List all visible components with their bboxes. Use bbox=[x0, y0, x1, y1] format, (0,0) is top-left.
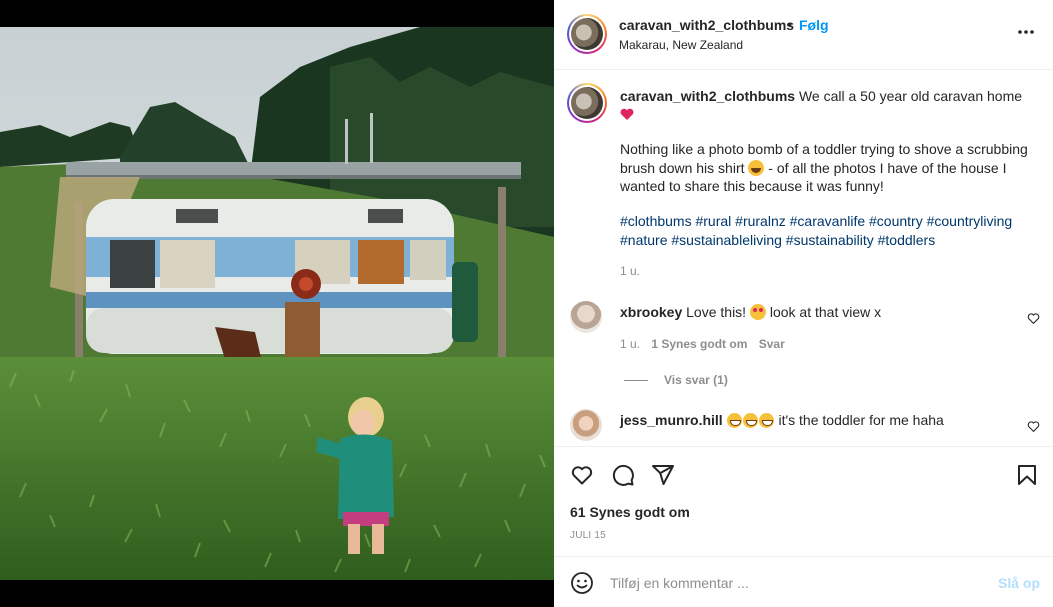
comment-like-icon[interactable] bbox=[1027, 420, 1040, 433]
caption-username[interactable]: caravan_with2_clothbums bbox=[620, 88, 795, 104]
caravan-photo-illustration bbox=[0, 27, 554, 580]
caption-first-line: caravan_with2_clothbums We call a 50 yea… bbox=[620, 87, 1030, 123]
post-date[interactable]: JULI 15 bbox=[570, 530, 606, 541]
comment-body: it's the toddler for me haha bbox=[778, 412, 944, 428]
heart-icon[interactable] bbox=[570, 463, 594, 487]
likes-count[interactable]: 61 Synes godt om bbox=[570, 504, 690, 520]
post-header: caravan_with2_clothbums • Følg Makarau, … bbox=[554, 0, 1053, 70]
comments-list: caravan_with2_clothbums We call a 50 yea… bbox=[554, 71, 1053, 446]
follow-button[interactable]: Følg bbox=[799, 17, 829, 33]
author-avatar[interactable] bbox=[567, 14, 607, 54]
comment-meta: 1 u. 1 Synes godt om Svar bbox=[620, 337, 793, 351]
post-actions: 61 Synes godt om JULI 15 bbox=[554, 446, 1053, 556]
view-replies-label: Vis svar (1) bbox=[664, 373, 728, 387]
comment-like-icon[interactable] bbox=[1027, 312, 1040, 325]
comment-text-a: Love this! bbox=[686, 304, 747, 320]
author-username[interactable]: caravan_with2_clothbums bbox=[619, 17, 794, 33]
caption-author-avatar[interactable] bbox=[567, 83, 607, 123]
comment-text: jess_munro.hill it's the toddler for me … bbox=[620, 412, 944, 428]
grinning-emoji-icon bbox=[726, 413, 742, 428]
bookmark-icon[interactable] bbox=[1015, 463, 1039, 487]
heart-emoji-icon bbox=[620, 108, 634, 120]
grinning-emoji-icon bbox=[742, 413, 758, 428]
replies-divider-line bbox=[624, 380, 648, 382]
star-eyes-emoji-icon bbox=[749, 304, 766, 320]
caption-hashtags[interactable]: #clothbums #rural #ruralnz #caravanlife … bbox=[620, 212, 1040, 249]
comment-time[interactable]: 1 u. bbox=[620, 337, 640, 351]
reply-button[interactable]: Svar bbox=[759, 337, 785, 351]
add-comment-bar: Slå op bbox=[554, 556, 1053, 607]
post-photo[interactable] bbox=[0, 27, 554, 580]
grinning-emoji-icon bbox=[758, 413, 774, 428]
commenter-avatar[interactable] bbox=[570, 301, 602, 333]
comment-likes[interactable]: 1 Synes godt om bbox=[651, 337, 747, 351]
post-details-panel: caravan_with2_clothbums • Følg Makarau, … bbox=[554, 0, 1053, 607]
comment-input[interactable] bbox=[610, 571, 990, 595]
caption-paragraph: Nothing like a photo bomb of a toddler t… bbox=[620, 140, 1030, 196]
separator-dot: • bbox=[787, 16, 792, 32]
comment-icon[interactable] bbox=[611, 463, 635, 487]
caption-timestamp[interactable]: 1 u. bbox=[620, 264, 640, 278]
post-comment-button[interactable]: Slå op bbox=[998, 575, 1040, 591]
caption-line1: We call a 50 year old caravan home bbox=[798, 88, 1023, 104]
more-horizontal-icon[interactable] bbox=[1016, 22, 1036, 42]
comment-text-b: look at that view x bbox=[769, 304, 882, 320]
laughing-emoji-icon bbox=[748, 159, 765, 176]
view-replies-button[interactable]: Vis svar (1) bbox=[624, 373, 728, 387]
emoji-picker-icon[interactable] bbox=[570, 571, 594, 595]
commenter-username[interactable]: jess_munro.hill bbox=[620, 412, 723, 428]
post-media-pane bbox=[0, 0, 554, 607]
commenter-username[interactable]: xbrookey bbox=[620, 304, 682, 320]
send-icon[interactable] bbox=[651, 463, 675, 487]
comment-text: xbrookey Love this! look at that view x bbox=[620, 304, 881, 320]
post-location[interactable]: Makarau, New Zealand bbox=[619, 38, 743, 52]
commenter-avatar[interactable] bbox=[570, 409, 602, 441]
